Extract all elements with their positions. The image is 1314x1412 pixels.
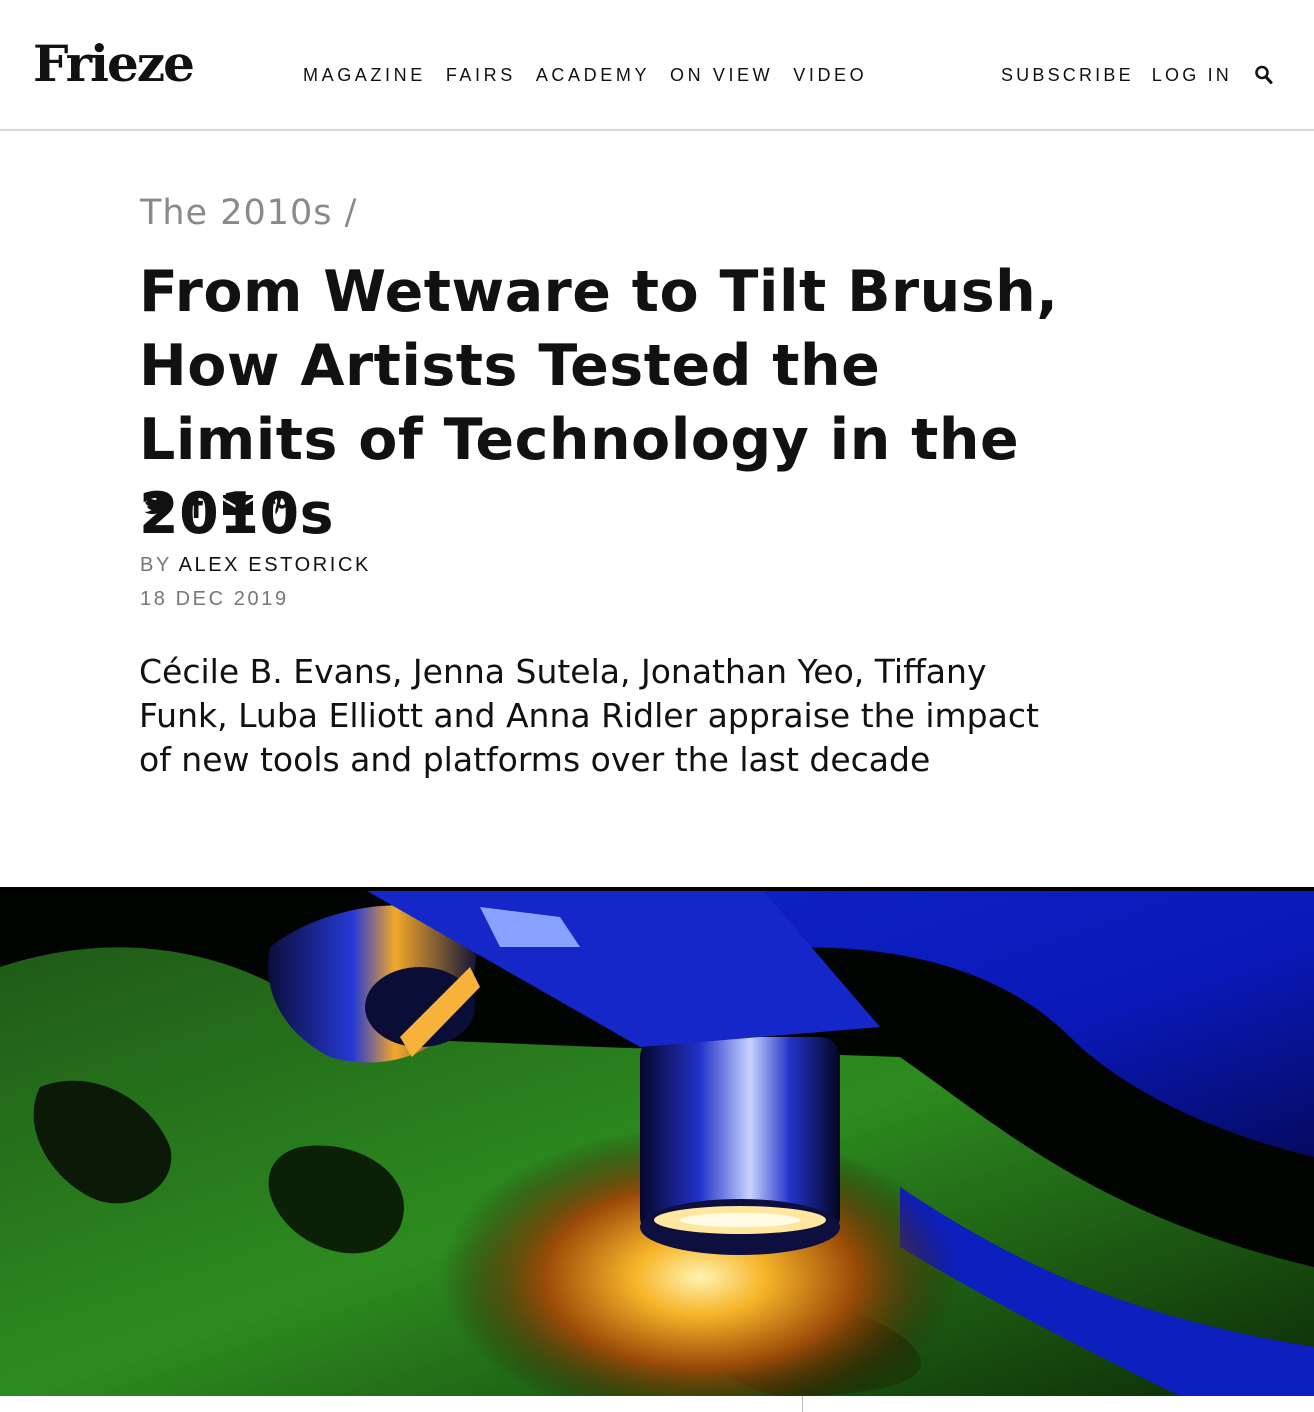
nav-item-video[interactable]: VIDEO: [793, 64, 867, 86]
email-icon[interactable]: [221, 488, 255, 520]
share-bar: [141, 488, 309, 520]
login-link[interactable]: LOG IN: [1152, 64, 1232, 86]
breadcrumb-separator: /: [332, 193, 358, 233]
author-link[interactable]: ALEX ESTORICK: [179, 554, 371, 576]
article-standfirst: Cécile B. Evans, Jenna Sutela, Jonathan …: [139, 652, 1039, 779]
byline-prefix: BY: [140, 554, 179, 576]
breadcrumb: The 2010s /: [140, 190, 357, 236]
twitter-icon[interactable]: [141, 488, 173, 520]
nav-item-on-view[interactable]: ON VIEW: [670, 64, 773, 86]
account-nav: SUBSCRIBE LOG IN: [983, 64, 1274, 86]
breadcrumb-link-2010s[interactable]: The 2010s: [140, 193, 333, 233]
nav-item-magazine[interactable]: MAGAZINE: [303, 64, 426, 86]
nav-item-academy[interactable]: ACADEMY: [536, 64, 650, 86]
facebook-icon[interactable]: [187, 488, 207, 520]
site-header: Frieze MAGAZINE FAIRS ACADEMY ON VIEW VI…: [0, 0, 1314, 131]
nav-item-fairs[interactable]: FAIRS: [446, 64, 516, 86]
bottom-strip: [0, 1396, 1314, 1412]
publish-date: 18 DEC 2019: [140, 588, 289, 610]
pinterest-icon[interactable]: [269, 488, 295, 520]
frieze-logo[interactable]: Frieze: [33, 34, 195, 94]
hero-image: [0, 887, 1314, 1396]
main-nav: MAGAZINE FAIRS ACADEMY ON VIEW VIDEO: [303, 64, 887, 86]
bottom-divider: [802, 1396, 803, 1412]
subscribe-link[interactable]: SUBSCRIBE: [1001, 64, 1134, 86]
search-icon[interactable]: [1254, 64, 1274, 86]
byline: BY ALEX ESTORICK: [140, 553, 371, 577]
